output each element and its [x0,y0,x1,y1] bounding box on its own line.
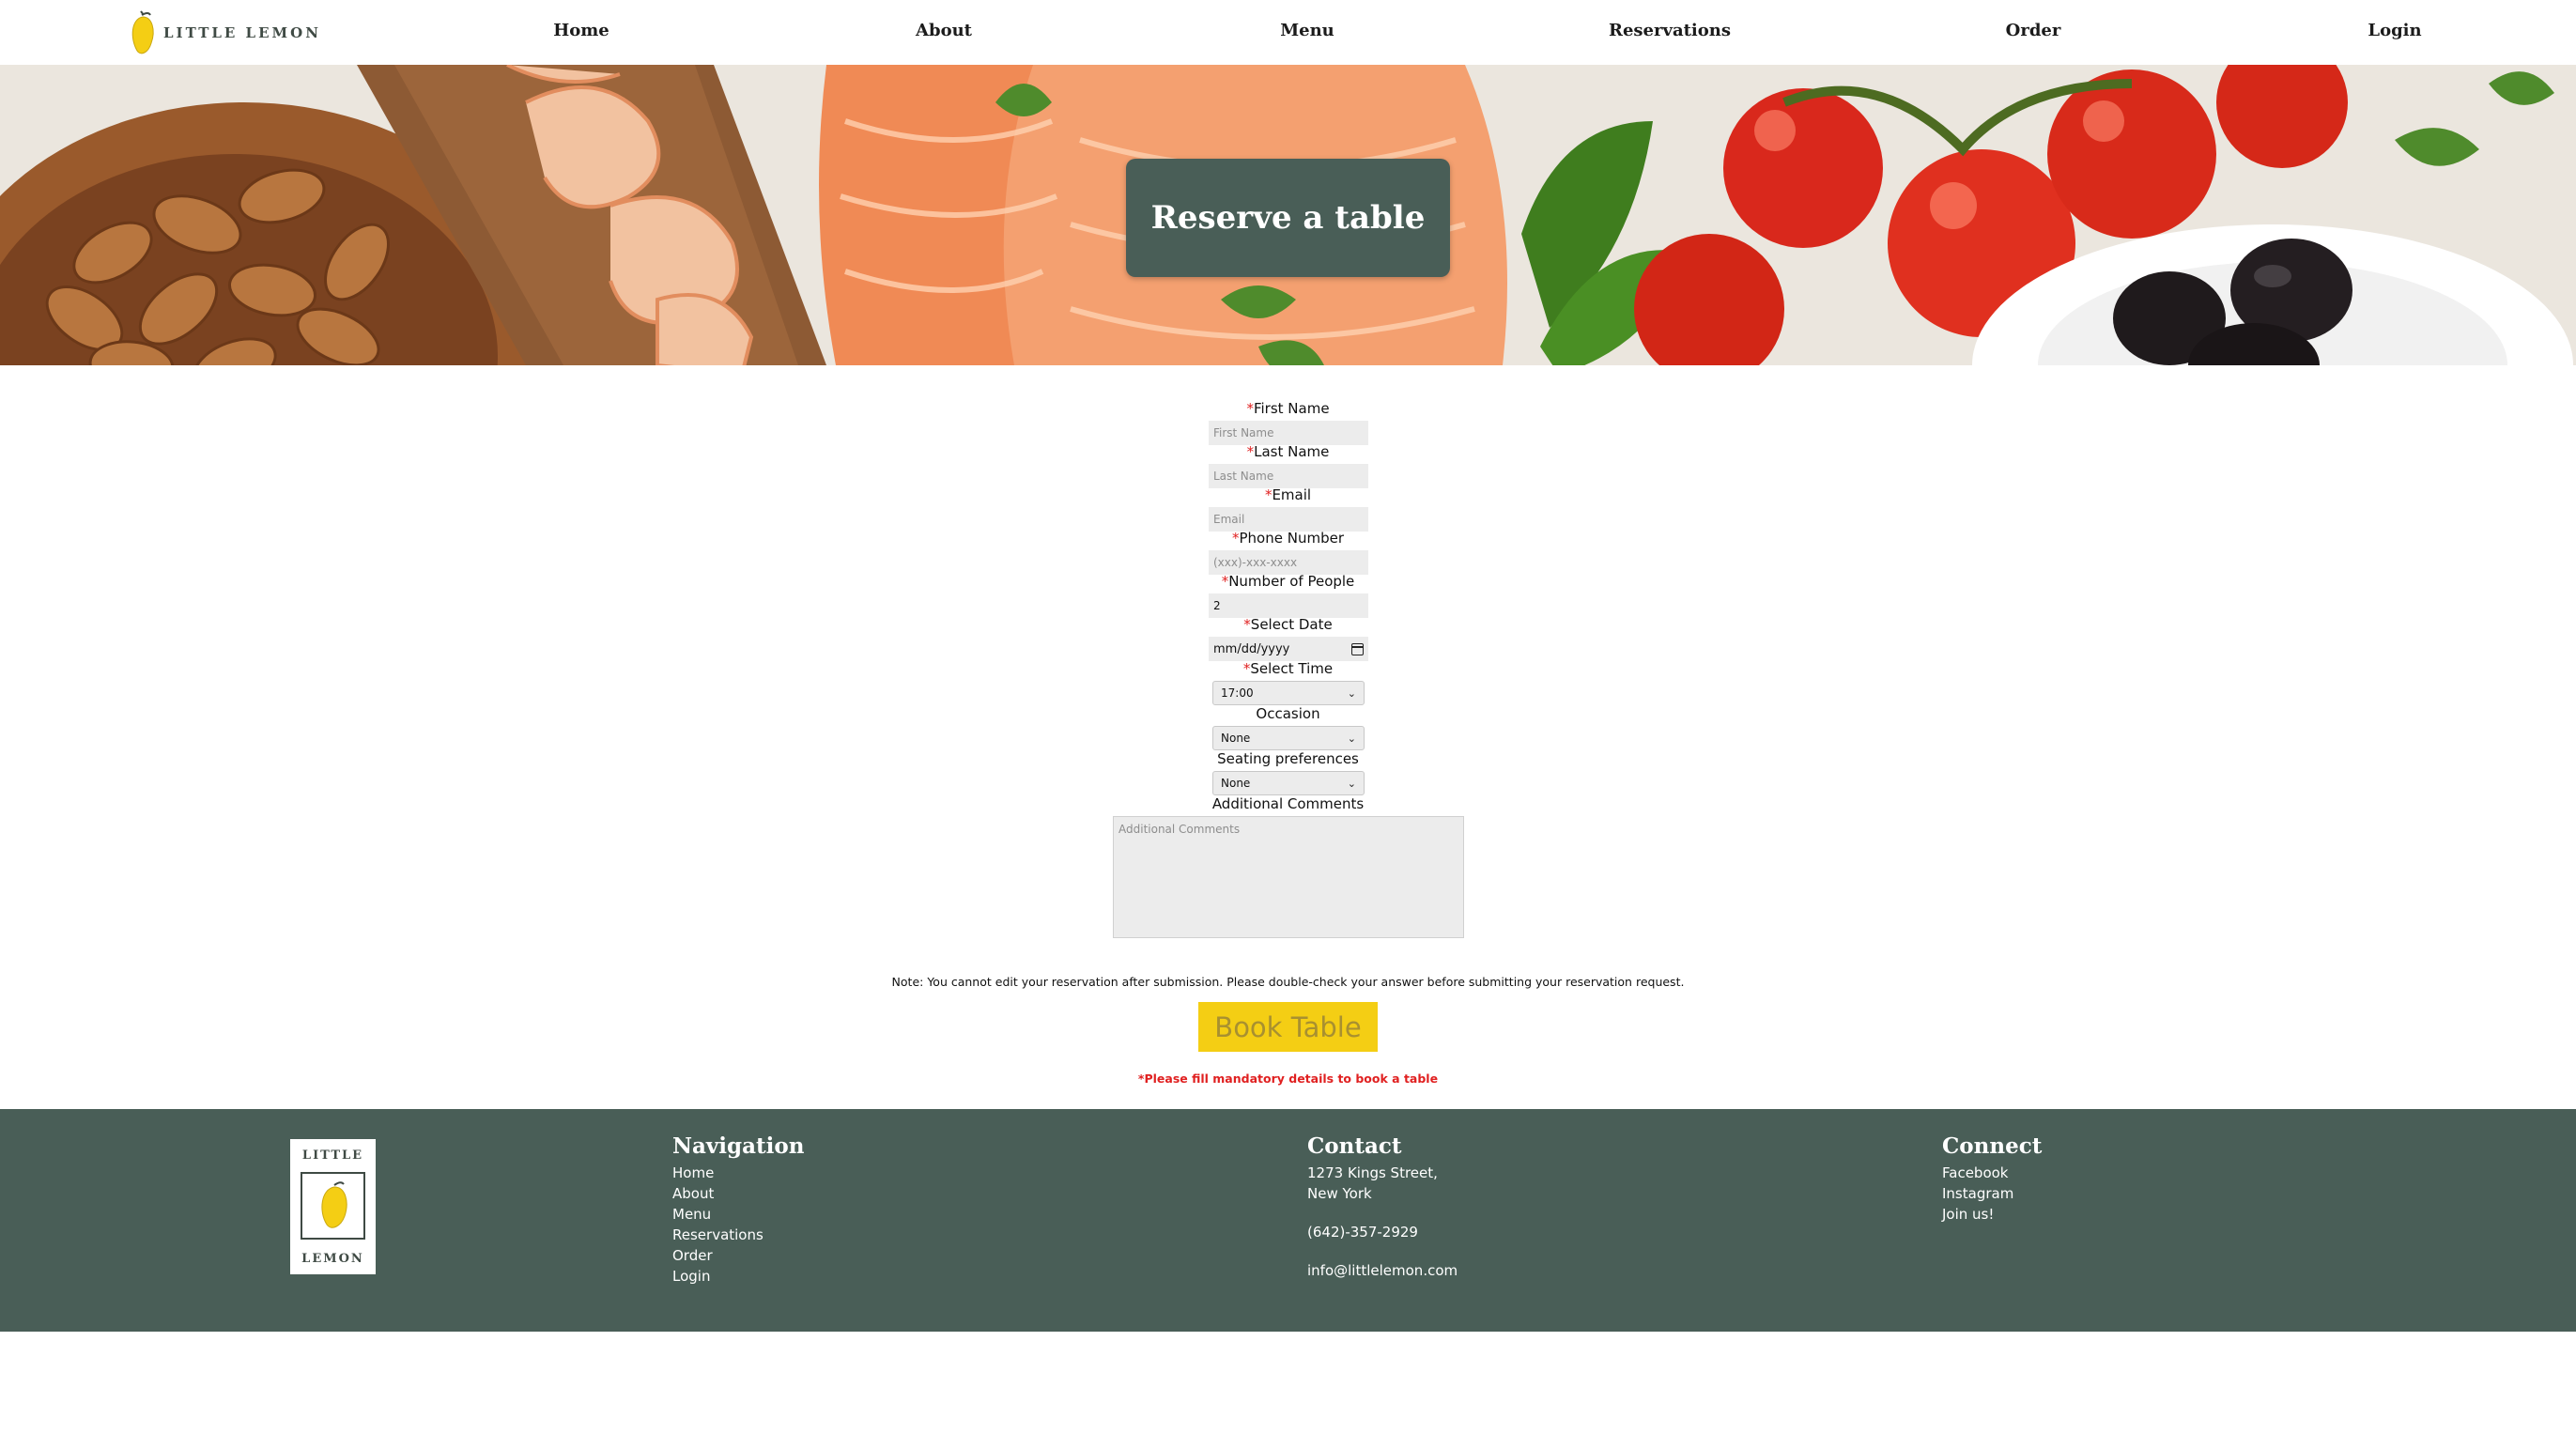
email-label-text: Email [1272,486,1312,503]
chevron-down-icon: ⌄ [1347,777,1356,790]
email-label: *Email [1265,486,1311,503]
book-table-button[interactable]: Book Table [1198,1002,1378,1052]
required-asterisk: * [1264,486,1273,503]
lemon-icon [321,1181,347,1228]
date-label: *Select Date [1243,616,1332,633]
required-asterisk: * [1243,616,1251,633]
seating-select-value: None [1221,777,1251,790]
calendar-icon[interactable] [1351,642,1364,655]
footer-logo-bottom-text: LEMON [301,1252,364,1266]
nav-home[interactable]: Home [553,21,609,40]
time-label-text: Select Time [1250,660,1334,677]
people-label-text: Number of People [1228,573,1355,590]
logo-wordmark: LITTLE LEMON [163,24,321,41]
footer-address-line2: New York [1307,1185,1372,1202]
footer-connect-title: Connect [1942,1133,2043,1159]
footer-link-facebook[interactable]: Facebook [1942,1164,2008,1181]
footer-link-home[interactable]: Home [672,1164,714,1181]
seating-select[interactable]: None ⌄ [1212,771,1365,795]
date-input[interactable]: mm/dd/yyyy [1209,637,1368,661]
date-label-text: Select Date [1250,616,1333,633]
last-name-input[interactable] [1209,464,1368,488]
required-asterisk: * [1232,530,1240,547]
time-select[interactable]: 17:00 ⌄ [1212,681,1365,705]
footer-link-login[interactable]: Login [672,1268,710,1285]
footer-link-reservations[interactable]: Reservations [672,1226,764,1243]
phone-label-text: Phone Number [1239,530,1345,547]
hero-title-badge: Reserve a table [1126,159,1450,277]
footer-link-menu[interactable]: Menu [672,1206,711,1223]
footer-link-about[interactable]: About [672,1185,714,1202]
footer-contact-title: Contact [1307,1133,1402,1159]
last-name-label-text: Last Name [1254,443,1330,460]
lemon-icon [131,10,154,54]
phone-label: *Phone Number [1232,530,1344,547]
required-asterisk: * [1246,400,1254,417]
required-asterisk: * [1221,573,1229,590]
occasion-label: Occasion [1256,705,1320,722]
first-name-label-text: First Name [1253,400,1330,417]
seating-label: Seating preferences [1217,750,1359,767]
submission-note: Note: You cannot edit your reservation a… [891,975,1685,989]
last-name-label: *Last Name [1247,443,1330,460]
chevron-down-icon: ⌄ [1347,732,1356,745]
first-name-input[interactable] [1209,421,1368,445]
occasion-select-value: None [1221,732,1251,745]
page-title: Reserve a table [1150,199,1426,237]
footer-address-line1: 1273 Kings Street, [1307,1164,1438,1181]
email-input[interactable] [1209,507,1368,532]
footer-logo[interactable]: LITTLE LEMON [290,1139,376,1274]
phone-input[interactable] [1209,550,1368,575]
footer-logo-top-text: LITTLE [301,1148,364,1163]
nav-menu[interactable]: Menu [1280,21,1334,40]
footer-phone-link[interactable]: (642)-357-2929 [1307,1224,1418,1241]
nav-reservations[interactable]: Reservations [1609,21,1731,40]
mandatory-warning: *Please fill mandatory details to book a… [1137,1071,1439,1086]
footer-link-join-us[interactable]: Join us! [1942,1206,1994,1223]
time-select-value: 17:00 [1221,686,1254,700]
time-label: *Select Time [1243,660,1333,677]
people-label: *Number of People [1222,573,1355,590]
comments-textarea[interactable] [1113,816,1464,938]
footer-link-instagram[interactable]: Instagram [1942,1185,2013,1202]
comments-label: Additional Comments [1211,795,1365,812]
footer-email-link[interactable]: info@littlelemon.com [1307,1262,1458,1279]
first-name-label: *First Name [1246,400,1329,417]
site-header: LITTLE LEMON Home About Menu Reservation… [0,0,2576,65]
hero-banner: Reserve a table [0,65,2576,365]
footer-link-order[interactable]: Order [672,1247,713,1264]
footer-navigation-title: Navigation [672,1133,805,1159]
nav-about[interactable]: About [916,21,972,40]
occasion-select[interactable]: None ⌄ [1212,726,1365,750]
site-logo[interactable]: LITTLE LEMON [128,9,321,56]
people-input[interactable] [1209,593,1368,618]
site-footer: LITTLE LEMON Navigation Home About Menu … [0,1109,2576,1332]
chevron-down-icon: ⌄ [1347,686,1356,700]
date-input-value: mm/dd/yyyy [1213,641,1290,656]
required-asterisk: * [1242,660,1251,677]
nav-login[interactable]: Login [2368,21,2421,40]
required-asterisk: * [1246,443,1255,460]
nav-order[interactable]: Order [2006,21,2061,40]
